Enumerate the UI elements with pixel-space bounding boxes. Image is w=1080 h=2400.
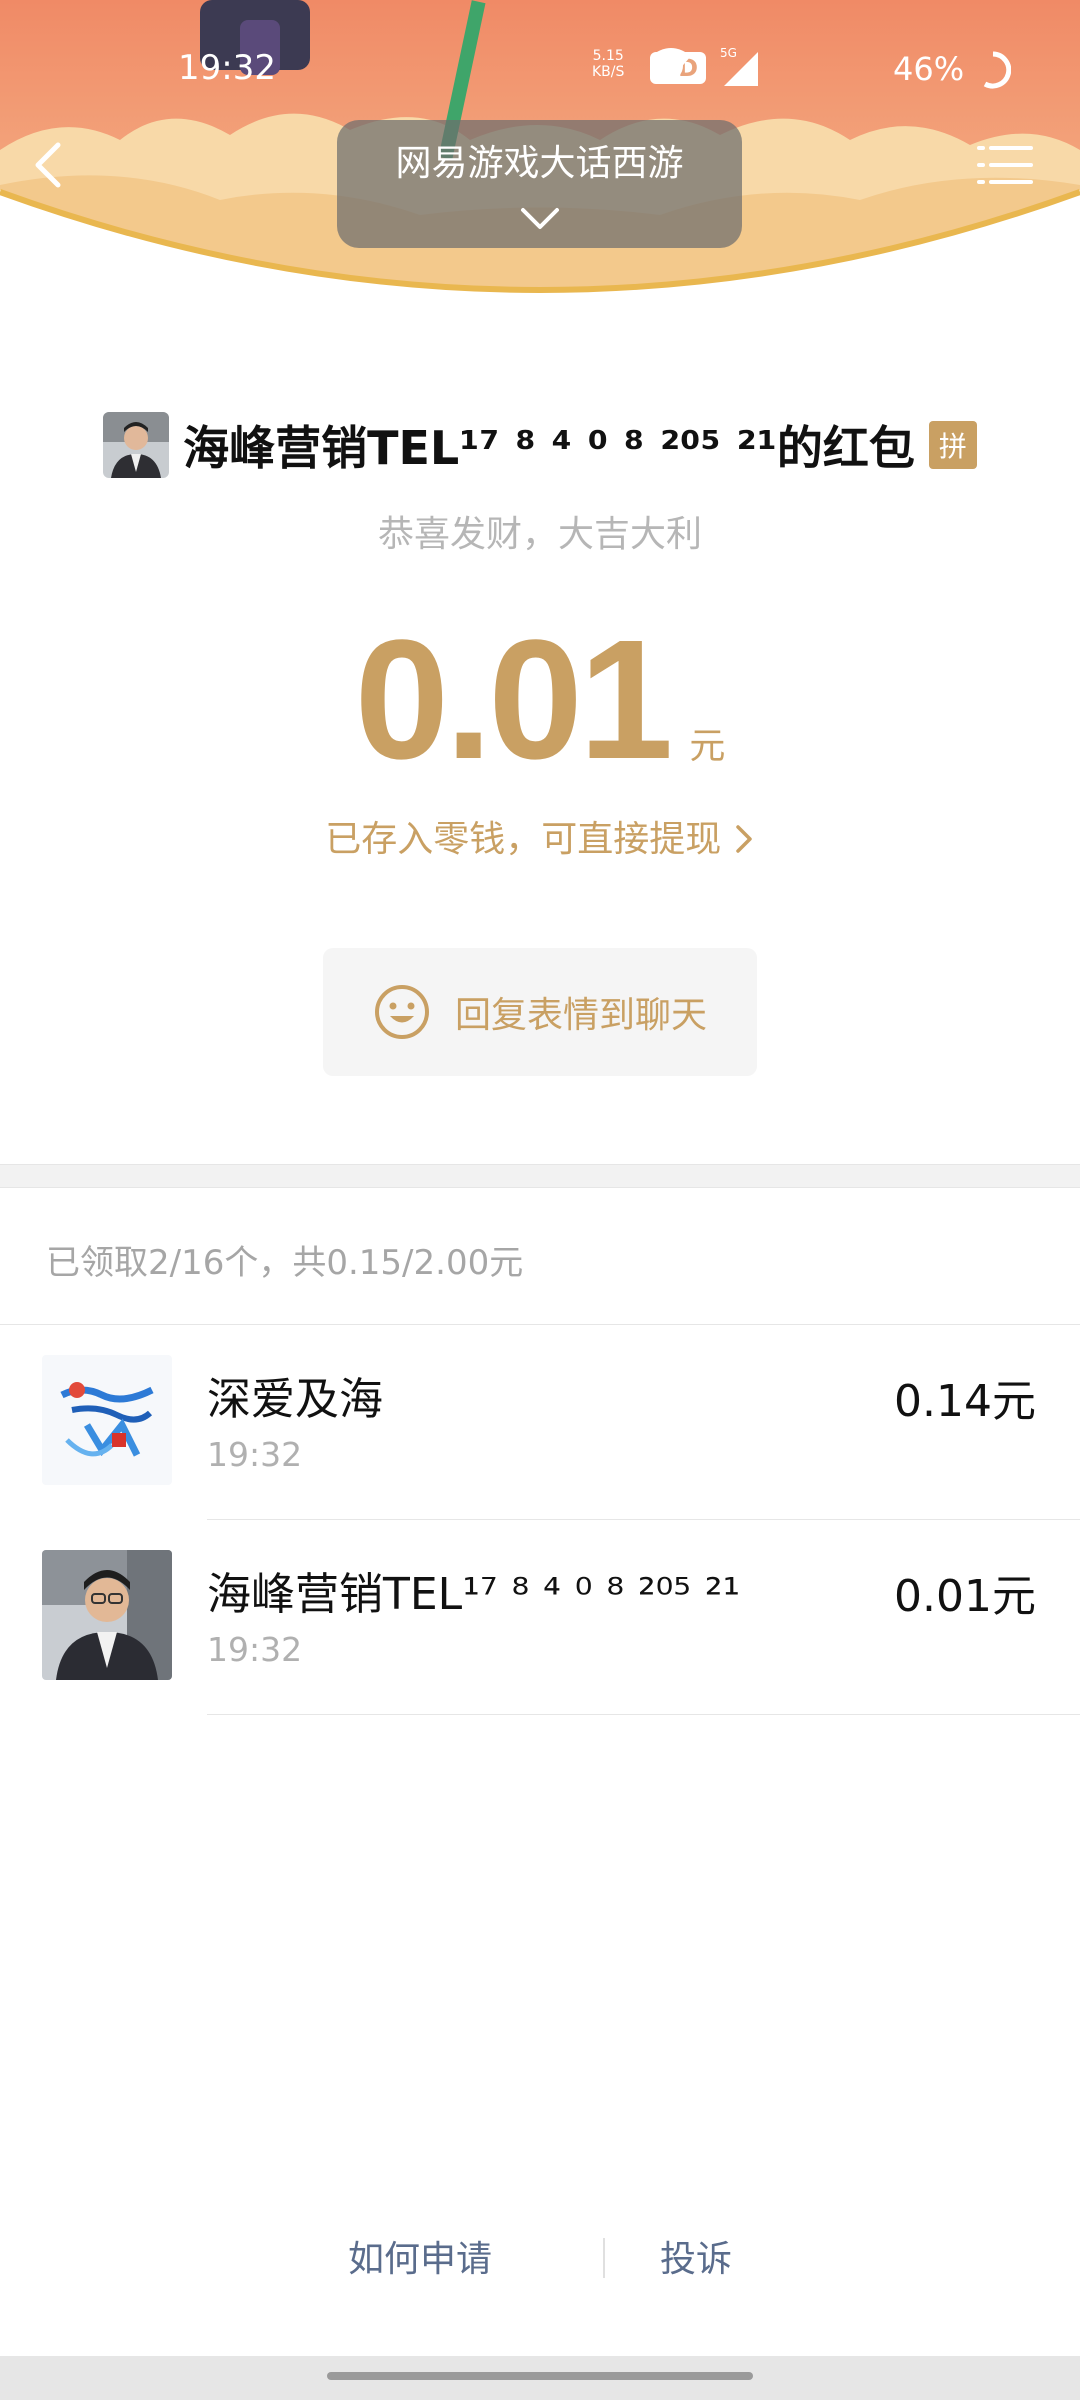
amount-unit: 元 [689, 726, 726, 767]
receive-time: 19:32 [207, 1435, 303, 1474]
sender-avatar[interactable] [103, 412, 170, 478]
status-time: 19:32 [178, 48, 276, 88]
header-banner: 19:32 5.15 KB/S HD 5G 46% [0, 0, 1080, 330]
section-divider [0, 1164, 1080, 1188]
footer-separator [603, 2238, 605, 2278]
gesture-nav-bar [0, 2356, 1080, 2400]
divider [207, 1714, 1080, 1715]
blessing-text: 恭喜发财，大吉大利 [377, 514, 702, 555]
received-amount: 0.01 [354, 605, 674, 795]
smiley-icon [374, 985, 429, 1039]
game-title: 网易游戏大话西游 [395, 143, 684, 184]
footer-links: 如何申请 投诉 [0, 2230, 1080, 2290]
status-bar: 19:32 5.15 KB/S HD 5G 46% [0, 40, 1080, 100]
group-packet-badge: 拼 [928, 421, 977, 469]
sender-row: 海峰营销TEL¹⁷ ⁸ ⁴ ⁰ ⁸ ²⁰⁵ ²¹的红包 拼 [0, 400, 1080, 490]
avatar [42, 1550, 172, 1680]
stored-text: 已存入零钱，可直接提现 [325, 819, 722, 860]
game-title-pill[interactable]: 网易游戏大话西游 [337, 120, 742, 248]
battery-icon [983, 51, 1011, 89]
chevron-left-icon [35, 142, 61, 188]
how-to-apply-link[interactable]: 如何申请 [348, 2230, 492, 2282]
reply-sticker-button[interactable]: 回复表情到聊天 [323, 948, 757, 1076]
receiver-name: 海峰营销TEL¹⁷ ⁸ ⁴ ⁰ ⁸ ²⁰⁵ ²¹ [207, 1569, 741, 1620]
back-button[interactable] [20, 135, 80, 195]
received-summary: 已领取2/16个，共0.15/2.00元 [46, 1243, 524, 1283]
list-item[interactable]: 海峰营销TEL¹⁷ ⁸ ⁴ ⁰ ⁸ ²⁰⁵ ²¹ 19:32 0.01元 [0, 1520, 1080, 1715]
signal-icon: 5G [720, 46, 760, 88]
status-icons: HD 5G [650, 46, 760, 90]
amount-display: 0.01 元 [0, 615, 1080, 785]
menu-button[interactable] [975, 140, 1035, 190]
receive-amount: 0.01元 [894, 1571, 1036, 1622]
network-speed: 5.15 KB/S [592, 48, 625, 80]
battery-level: 46% [893, 50, 965, 88]
list-menu-icon [977, 146, 1033, 184]
list-item[interactable]: 深爱及海 19:32 0.14元 [0, 1325, 1080, 1520]
receive-time: 19:32 [207, 1630, 303, 1669]
complain-link[interactable]: 投诉 [660, 2230, 732, 2282]
chevron-down-icon [521, 208, 559, 229]
chevron-right-icon [735, 825, 752, 853]
reply-label: 回复表情到聊天 [454, 995, 707, 1036]
avatar [42, 1355, 172, 1485]
receiver-name: 深爱及海 [207, 1374, 383, 1425]
packet-title: 海峰营销TEL¹⁷ ⁸ ⁴ ⁰ ⁸ ²⁰⁵ ²¹的红包 [183, 421, 915, 475]
home-indicator[interactable] [327, 2372, 753, 2380]
receive-amount: 0.14元 [894, 1376, 1036, 1427]
wifi-icon [651, 48, 691, 79]
change-wallet-link[interactable]: 已存入零钱，可直接提现 [0, 810, 1080, 862]
